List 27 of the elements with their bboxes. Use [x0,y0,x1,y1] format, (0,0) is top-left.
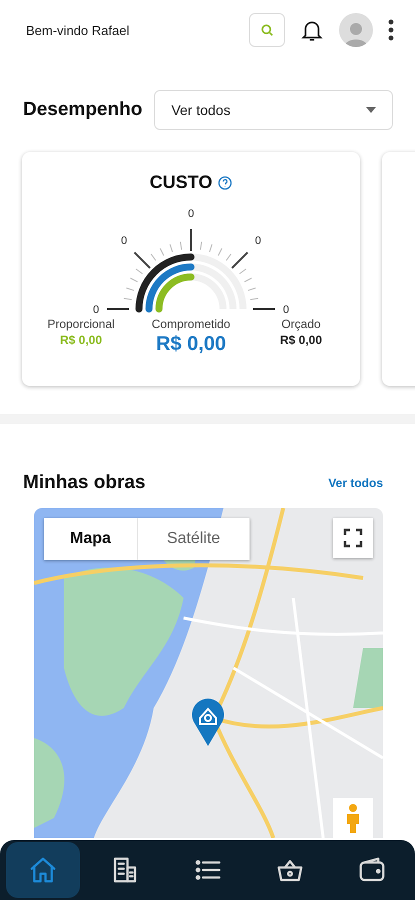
map-type-tab[interactable]: Mapa [44,518,138,560]
metric-label: Proporcional [47,317,115,331]
metric-value: R$ 0,00 [60,333,102,347]
home-icon [28,855,58,885]
see-all-link[interactable]: Ver todos [328,476,383,490]
more-menu-icon[interactable] [387,19,395,41]
gauge-tick-label: 0 [92,304,100,316]
card-title: CUSTO [150,172,212,193]
gauge-tick-label: 0 [120,235,128,247]
metric-value: R$ 0,00 [156,333,226,356]
gauge-tick-label: 0 [254,235,262,247]
metric-label: Comprometido [152,317,230,331]
map-type-tab[interactable]: Satélite [138,518,250,560]
section-title: Desempenho [23,99,142,121]
gauge-tick-label: 0 [282,304,290,316]
fullscreen-button[interactable] [333,518,373,558]
search-icon [259,22,275,38]
help-icon[interactable] [218,176,232,190]
gauge-tick-label: 0 [188,208,194,220]
metric-label: Orçado [281,317,321,331]
fullscreen-icon [343,528,363,548]
filter-dropdown[interactable]: Ver todos [154,90,393,130]
greeting: Bem-vindo Rafael [26,22,130,38]
section-title: Minhas obras [23,472,146,494]
metric-value: R$ 0,00 [280,333,322,347]
caret-icon [366,107,376,113]
house-pin-icon[interactable] [191,696,225,746]
